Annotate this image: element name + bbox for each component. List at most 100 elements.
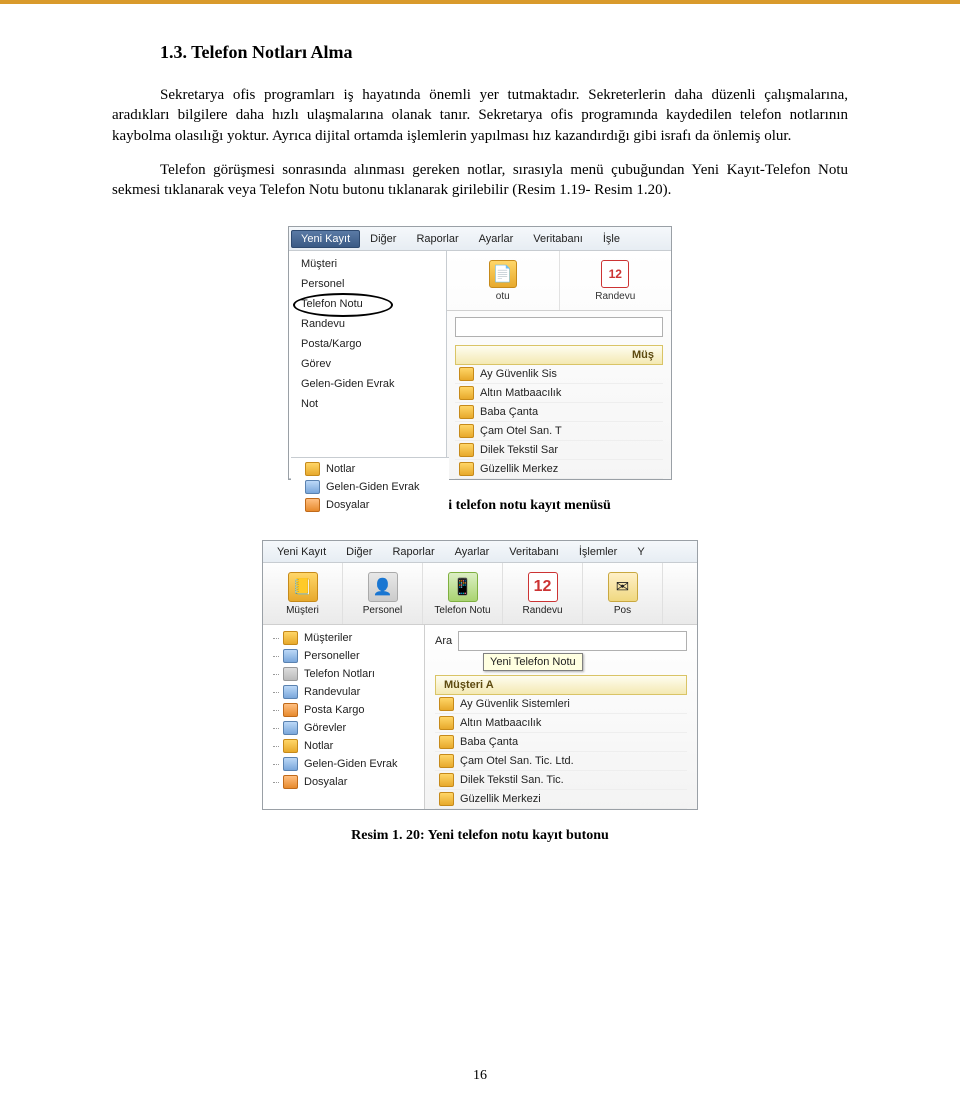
folder-icon	[439, 773, 454, 787]
sc2-menubar: Yeni Kayıt Diğer Raporlar Ayarlar Verita…	[263, 541, 697, 563]
note-icon	[283, 739, 298, 753]
folder-icon	[459, 443, 474, 457]
folder-icon	[283, 775, 298, 789]
sc2-tree-posta-kargo[interactable]: Posta Kargo	[263, 701, 424, 719]
book-icon: 📒	[288, 572, 318, 602]
phone-icon	[283, 667, 298, 681]
sc1-dropdown: Müşteri Personel Telefon Notu Randevu Po…	[289, 251, 447, 479]
sc2-right-pane: Ara Yeni Telefon Notu Müşteri A Ay Güven…	[425, 625, 697, 809]
folder-icon	[459, 367, 474, 381]
sc2-tree-gorevler[interactable]: Görevler	[263, 719, 424, 737]
sc1-dd-not[interactable]: Not	[289, 394, 446, 414]
calendar-icon	[283, 685, 298, 699]
sc1-search-row	[447, 311, 671, 339]
list-item[interactable]: Güzellik Merkez	[455, 460, 663, 479]
figure-2: Yeni Kayıt Diğer Raporlar Ayarlar Verita…	[112, 540, 848, 810]
page-number: 16	[0, 1068, 960, 1084]
sc2-tree: Müşteriler Personeller Telefon Notları R…	[263, 625, 425, 809]
sc1-dd-gorev[interactable]: Görev	[289, 354, 446, 374]
folder-icon	[459, 424, 474, 438]
sc2-tree-gelen-giden-evrak[interactable]: Gelen-Giden Evrak	[263, 755, 424, 773]
calendar-icon: 12	[601, 260, 629, 288]
section-heading: 1.3. Telefon Notları Alma	[112, 42, 848, 63]
sc2-tb-telefon-notu[interactable]: 📱 Telefon Notu	[423, 563, 503, 624]
person-icon: 👤	[368, 572, 398, 602]
list-item[interactable]: Çam Otel San. T	[455, 422, 663, 441]
sc2-search-input[interactable]	[458, 631, 687, 651]
folder-icon	[439, 716, 454, 730]
note-icon: 📄	[489, 260, 517, 288]
sc1-tree-gelen-giden[interactable]: Gelen-Giden Evrak	[291, 478, 449, 496]
paragraph-1: Sekretarya ofis programları iş hayatında…	[112, 85, 848, 146]
sc2-tb-pos[interactable]: ✉ Pos	[583, 563, 663, 624]
sc2-toolbar: 📒 Müşteri 👤 Personel 📱 Telefon Notu 12 R…	[263, 563, 697, 625]
paragraph-2: Telefon görüşmesi sonrasında alınması ge…	[112, 160, 848, 201]
sc2-tree-musteriler[interactable]: Müşteriler	[263, 629, 424, 647]
sc2-tb-randevu[interactable]: 12 Randevu	[503, 563, 583, 624]
sc1-datalist: Ay Güvenlik Sis Altın Matbaacılık Baba Ç…	[455, 365, 663, 479]
sc1-dd-gelen-giden-evrak[interactable]: Gelen-Giden Evrak	[289, 374, 446, 394]
list-item[interactable]: Dilek Tekstil Sar	[455, 441, 663, 460]
folder-icon	[439, 735, 454, 749]
sc2-tb-musteri[interactable]: 📒 Müşteri	[263, 563, 343, 624]
sc2-menu-y[interactable]: Y	[627, 543, 654, 561]
sc2-tooltip: Yeni Telefon Notu	[483, 653, 583, 671]
sc2-ara-label: Ara	[435, 635, 452, 647]
people-icon	[283, 649, 298, 663]
sc2-tree-telefon-notlari[interactable]: Telefon Notları	[263, 665, 424, 683]
sc1-right-pane: 📄 otu 12 Randevu Müş Ay Güvenlik Sis Alt…	[447, 251, 671, 479]
list-item[interactable]: Ay Güvenlik Sis	[455, 365, 663, 384]
sc1-menu-isle[interactable]: İşle	[593, 230, 630, 248]
sc2-tb-personel[interactable]: 👤 Personel	[343, 563, 423, 624]
folder-icon	[439, 792, 454, 806]
folder-icon	[459, 462, 474, 476]
sc2-tree-randevular[interactable]: Randevular	[263, 683, 424, 701]
sc1-dd-musteri[interactable]: Müşteri	[289, 254, 446, 274]
sc2-tree-personeller[interactable]: Personeller	[263, 647, 424, 665]
sc1-menu-veritabani[interactable]: Veritabanı	[523, 230, 593, 248]
sc2-tree-notlar[interactable]: Notlar	[263, 737, 424, 755]
list-item[interactable]: Çam Otel San. Tic. Ltd.	[435, 752, 687, 771]
list-item[interactable]: Baba Çanta	[455, 403, 663, 422]
sc2-list-header: Müşteri A	[435, 675, 687, 695]
screenshot-2: Yeni Kayıt Diğer Raporlar Ayarlar Verita…	[262, 540, 698, 810]
sc1-tool-randevu[interactable]: 12 Randevu	[560, 251, 672, 310]
sc1-menubar: Yeni Kayıt Diğer Raporlar Ayarlar Verita…	[289, 227, 671, 251]
list-item[interactable]: Altın Matbaacılık	[455, 384, 663, 403]
sc1-tool-otu[interactable]: 📄 otu	[447, 251, 560, 310]
envelope-icon: ✉	[608, 572, 638, 602]
sc1-tool-randevu-label: Randevu	[595, 291, 635, 302]
sc2-menu-veritabani[interactable]: Veritabanı	[499, 543, 569, 561]
sc2-tree-dosyalar[interactable]: Dosyalar	[263, 773, 424, 791]
sc2-menu-yeni-kayit[interactable]: Yeni Kayıt	[267, 543, 336, 561]
calendar-icon: 12	[528, 572, 558, 602]
list-item[interactable]: Altın Matbaacılık	[435, 714, 687, 733]
sc2-menu-ayarlar[interactable]: Ayarlar	[445, 543, 500, 561]
sc1-menu-raporlar[interactable]: Raporlar	[406, 230, 468, 248]
sc1-menu-diger[interactable]: Diğer	[360, 230, 406, 248]
list-item[interactable]: Güzellik Merkezi	[435, 790, 687, 809]
sc1-menu-yeni-kayit[interactable]: Yeni Kayıt	[291, 230, 360, 248]
folder-icon	[439, 754, 454, 768]
envelope-icon	[283, 703, 298, 717]
sc1-list-header: Müş	[455, 345, 663, 365]
sc1-dd-telefon-notu[interactable]: Telefon Notu	[289, 294, 446, 314]
sc1-tree-dosyalar[interactable]: Dosyalar	[291, 496, 449, 514]
sc2-menu-raporlar[interactable]: Raporlar	[382, 543, 444, 561]
list-item[interactable]: Ay Güvenlik Sistemleri	[435, 695, 687, 714]
folder-icon	[283, 631, 298, 645]
doc-icon	[305, 480, 320, 494]
list-item[interactable]: Baba Çanta	[435, 733, 687, 752]
sc2-menu-islemler[interactable]: İşlemler	[569, 543, 628, 561]
sc2-menu-diger[interactable]: Diğer	[336, 543, 382, 561]
phone-icon: 📱	[448, 572, 478, 602]
sc1-tree-notlar[interactable]: Notlar	[291, 460, 449, 478]
sc1-menu-ayarlar[interactable]: Ayarlar	[469, 230, 524, 248]
list-item[interactable]: Dilek Tekstil San. Tic.	[435, 771, 687, 790]
sc1-dd-personel[interactable]: Personel	[289, 274, 446, 294]
sc1-search-input[interactable]	[455, 317, 663, 337]
note-icon	[305, 462, 320, 476]
sc1-dd-posta-kargo[interactable]: Posta/Kargo	[289, 334, 446, 354]
sc1-dd-randevu[interactable]: Randevu	[289, 314, 446, 334]
sc2-datalist: Ay Güvenlik Sistemleri Altın Matbaacılık…	[435, 695, 687, 809]
